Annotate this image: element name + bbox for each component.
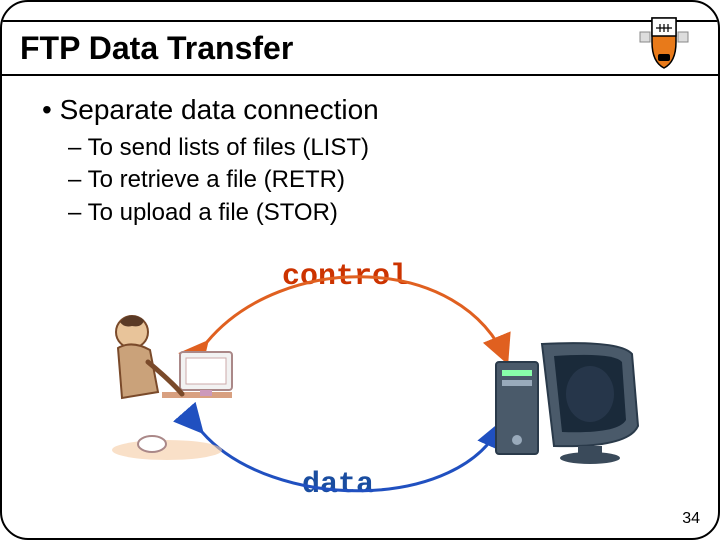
bullet-main: • Separate data connection xyxy=(42,94,678,126)
slide-title: FTP Data Transfer xyxy=(20,30,293,67)
slide-container: FTP Data Transfer • Separate data connec… xyxy=(0,0,720,540)
page-number: 34 xyxy=(682,510,700,528)
control-label: control xyxy=(282,260,408,294)
desktop-server-icon xyxy=(496,343,638,464)
sub-bullet-3: – To upload a file (STOR) xyxy=(68,197,678,229)
sub-bullet-list: – To send lists of files (LIST) – To ret… xyxy=(68,132,678,229)
slide-body: • Separate data connection – To send lis… xyxy=(42,94,678,229)
user-at-computer-icon xyxy=(112,315,232,460)
princeton-shield-icon xyxy=(634,14,694,72)
data-label: data xyxy=(302,468,374,502)
sub-bullet-2: – To retrieve a file (RETR) xyxy=(68,164,678,196)
sub-bullet-1: – To send lists of files (LIST) xyxy=(68,132,678,164)
title-bar: FTP Data Transfer xyxy=(2,20,718,76)
